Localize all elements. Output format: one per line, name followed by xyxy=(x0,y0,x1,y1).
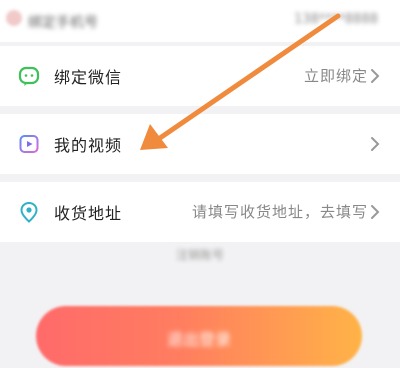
logout-button-label: 退出登录 xyxy=(166,330,231,349)
shipping-address-row[interactable]: 收货地址 请填写收货地址，去填写 xyxy=(0,182,400,242)
chevron-right-icon xyxy=(371,205,380,219)
my-videos-row[interactable]: 我的视频 xyxy=(0,114,400,174)
chevron-right-icon xyxy=(371,137,380,151)
shipping-address-value: 请填写收货地址，去填写 xyxy=(191,203,368,221)
account-value: 138****8888 xyxy=(294,12,378,27)
account-row[interactable]: 绑定手机号 138****8888 xyxy=(0,0,400,42)
my-videos-label: 我的视频 xyxy=(54,136,123,155)
section-gap xyxy=(0,106,400,114)
bind-wechat-label: 绑定微信 xyxy=(54,68,123,87)
video-play-icon xyxy=(19,135,39,153)
avatar xyxy=(6,10,22,26)
account-label: 绑定手机号 xyxy=(28,15,98,31)
bind-wechat-value: 立即绑定 xyxy=(303,67,368,85)
section-gap xyxy=(0,174,400,182)
shipping-address-label: 收货地址 xyxy=(54,204,123,223)
location-pin-icon xyxy=(20,201,38,223)
delete-account-link[interactable]: 注销账号 xyxy=(0,246,400,263)
logout-button[interactable]: 退出登录 xyxy=(36,306,362,366)
wechat-icon xyxy=(18,66,40,86)
bind-wechat-row[interactable]: 绑定微信 立即绑定 xyxy=(0,46,400,106)
chevron-right-icon xyxy=(371,69,380,83)
